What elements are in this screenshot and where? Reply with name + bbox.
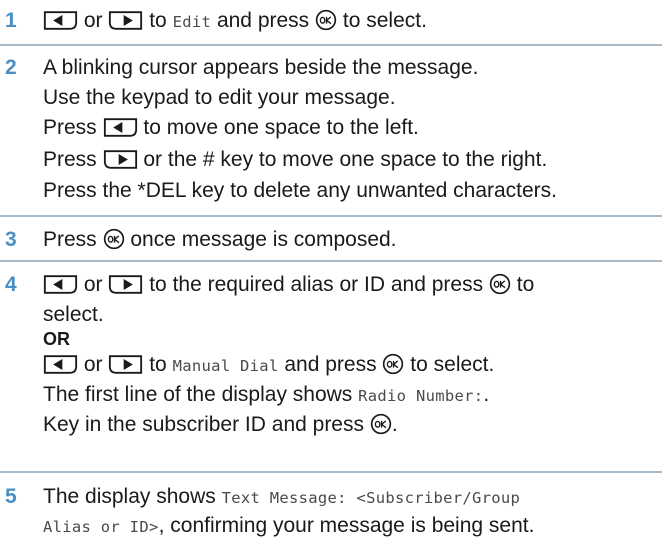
- step-2: 2 A blinking cursor appears beside the m…: [0, 46, 662, 217]
- step-3: 3 Press once message is composed.: [0, 217, 662, 262]
- step-line: or to Manual Dial and press to select.: [43, 352, 494, 378]
- or-label: OR: [43, 329, 70, 349]
- step-number: 5: [5, 485, 17, 508]
- step-line: select.: [43, 303, 104, 326]
- ok-button-icon: [315, 9, 337, 31]
- step-line: Use the keypad to edit your message.: [43, 86, 396, 109]
- step-line: The display shows Text Message: <Subscri…: [43, 485, 521, 508]
- step-4: 4 or to the required alias or ID and pre…: [0, 262, 662, 473]
- right-arrow-key-icon: [108, 10, 143, 31]
- ok-button-icon: [103, 228, 125, 250]
- display-text: Text Message: <Subscriber/Group: [221, 489, 521, 507]
- instruction-steps: 1 or to Edit and press to select. 2 A bl…: [0, 0, 662, 544]
- step-line: Press or the # key to move one space to …: [43, 148, 548, 171]
- ok-button-icon: [382, 353, 404, 375]
- step-number: 1: [5, 9, 17, 32]
- step-line: or to the required alias or ID and press…: [43, 272, 534, 298]
- step-5: 5 The display shows Text Message: <Subsc…: [0, 473, 662, 544]
- left-arrow-key-icon: [103, 117, 138, 138]
- step-number: 2: [5, 56, 17, 79]
- right-arrow-key-icon: [103, 149, 138, 170]
- step-number: 4: [5, 273, 17, 296]
- right-arrow-key-icon: [108, 274, 143, 295]
- step-line: Press the *DEL key to delete any unwante…: [43, 179, 558, 202]
- step-line: Press once message is composed.: [43, 228, 397, 251]
- menu-item-name: Manual Dial: [172, 357, 279, 375]
- step-number: 3: [5, 228, 17, 251]
- ok-button-icon: [370, 413, 392, 435]
- step-line: Key in the subscriber ID and press .: [43, 413, 398, 436]
- step-1: 1 or to Edit and press to select.: [0, 0, 662, 46]
- left-arrow-key-icon: [43, 10, 78, 31]
- display-text: Radio Number:: [358, 387, 484, 405]
- step-line: Press to move one space to the left.: [43, 116, 419, 139]
- step-line: Alias or ID>, confirming your message is…: [43, 514, 535, 537]
- step-line: A blinking cursor appears beside the mes…: [43, 56, 479, 79]
- menu-item-name: Edit: [172, 13, 212, 31]
- left-arrow-key-icon: [43, 354, 78, 375]
- step-line: or to Edit and press to select.: [43, 8, 427, 34]
- right-arrow-key-icon: [108, 354, 143, 375]
- step-line: The first line of the display shows Radi…: [43, 383, 490, 406]
- display-text: Alias or ID>: [43, 518, 159, 536]
- left-arrow-key-icon: [43, 274, 78, 295]
- ok-button-icon: [489, 273, 511, 295]
